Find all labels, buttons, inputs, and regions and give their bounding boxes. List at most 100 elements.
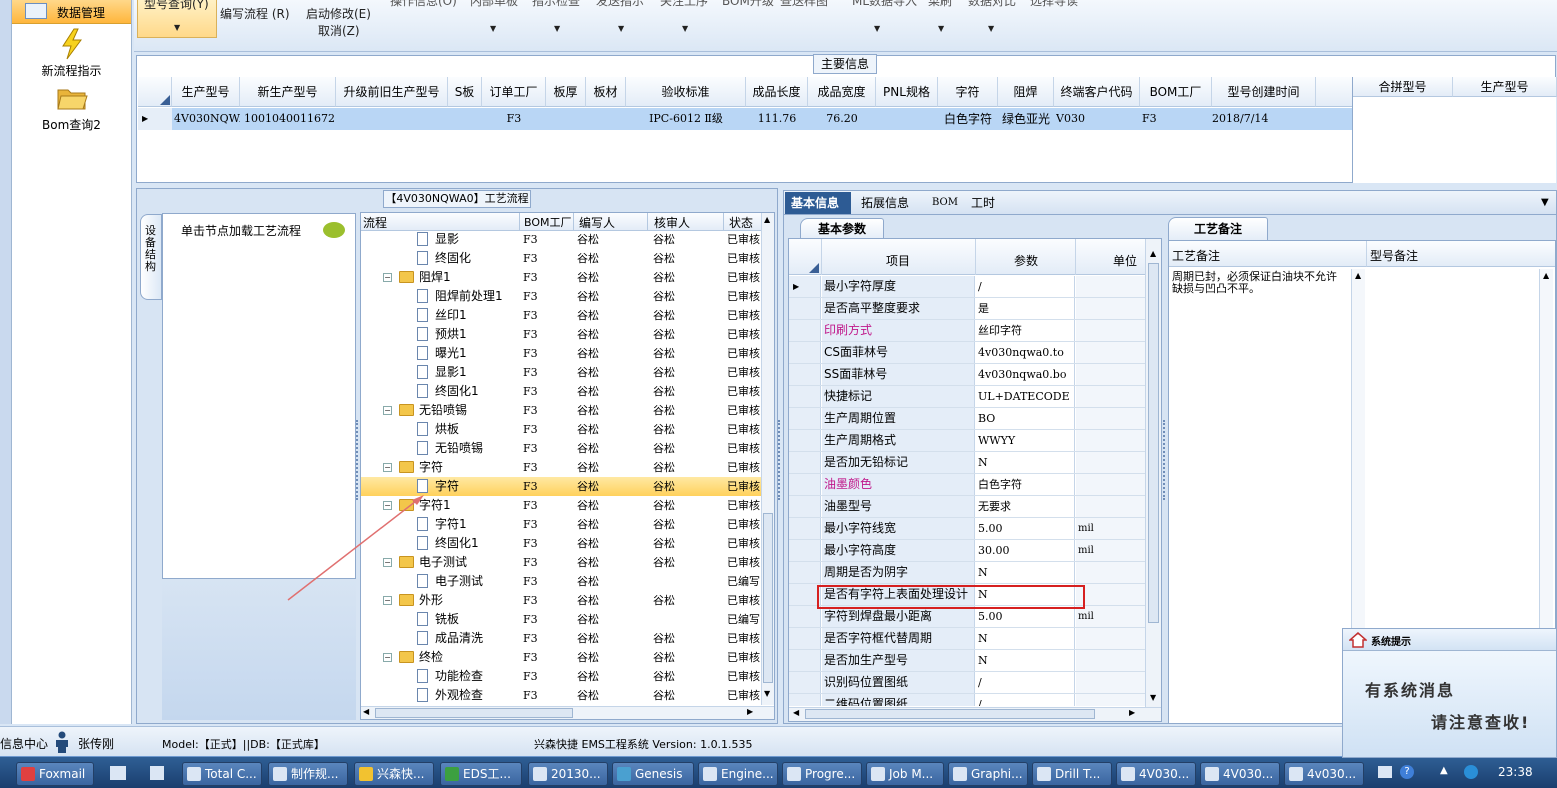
column-header[interactable]: 验收标准 [626, 77, 746, 107]
app-icon[interactable] [110, 766, 126, 780]
column-header[interactable]: S板 [448, 77, 482, 107]
param-value[interactable]: / [976, 672, 1075, 693]
nav-header-data-management[interactable]: 数据管理 [12, 0, 131, 24]
table-cell[interactable]: 4V030NQWA0 [174, 108, 240, 130]
tree-row[interactable]: 丝印1 F3 谷松 谷松 已审核 [361, 306, 761, 325]
column-header[interactable]: 单位 [1113, 252, 1137, 269]
taskbar-item[interactable]: Job M... [866, 762, 944, 786]
info-center-label[interactable]: 信息中心 [0, 735, 48, 752]
bom-upgrade-button[interactable]: BOM升级 [722, 0, 774, 9]
vertical-scrollbar[interactable]: ▲ ▼ [761, 213, 774, 705]
chevron-down-icon[interactable]: ▼ [490, 24, 496, 33]
param-row[interactable]: 最小字符线宽 5.00 mil [789, 518, 1145, 540]
internal-board-button[interactable]: 内部单板 [470, 0, 518, 9]
vertical-scrollbar[interactable]: ▲ [1539, 269, 1553, 629]
param-value[interactable]: 5.00 [976, 518, 1075, 539]
tray-expand-icon[interactable]: ▲ [1440, 765, 1448, 776]
tree-row[interactable]: − 终检 F3 谷松 谷松 已审核 [361, 648, 761, 667]
param-value[interactable]: N [976, 650, 1075, 671]
chevron-down-icon[interactable]: ▼ [618, 24, 624, 33]
taskbar-item[interactable]: 4V030... [1116, 762, 1196, 786]
chevron-down-icon[interactable]: ▼ [682, 24, 688, 33]
splitter-handle[interactable] [1163, 420, 1167, 500]
column-header[interactable]: 状态 [729, 214, 753, 231]
column-header[interactable]: 编写人 [579, 214, 615, 231]
keyboard-icon[interactable] [1378, 766, 1392, 778]
nav-item-bom-query[interactable]: Bom查询2 [12, 82, 131, 133]
chevron-down-icon[interactable]: ▼ [874, 24, 880, 33]
tree-row[interactable]: 功能检查 F3 谷松 谷松 已审核 [361, 667, 761, 686]
param-value[interactable]: BO [976, 408, 1075, 429]
param-value[interactable]: 丝印字符 [976, 320, 1075, 341]
column-header[interactable]: 新生产型号 [240, 77, 336, 107]
table-cell[interactable]: 绿色亚光 [998, 108, 1054, 130]
taskbar-item[interactable]: Progre... [782, 762, 862, 786]
column-header[interactable]: 成品长度 [746, 77, 808, 107]
vertical-scrollbar[interactable]: ▲ ▼ [1145, 239, 1161, 707]
process-note-text[interactable]: 周期已封，必须保证白油块不允许缺损与凹凸不平。 [1172, 271, 1342, 295]
subtab-basic-params[interactable]: 基本参数 [800, 218, 884, 239]
nav-item-new-process[interactable]: 新流程指示 [12, 28, 131, 79]
param-row[interactable]: CS面菲林号 4v030nqwa0.to [789, 342, 1145, 364]
tree-row[interactable]: 阻焊前处理1 F3 谷松 谷松 已审核 [361, 287, 761, 306]
help-icon[interactable]: ? [1400, 765, 1414, 779]
chevron-down-icon[interactable]: ▼ [554, 24, 560, 33]
table-cell[interactable]: 111.76 [746, 108, 808, 130]
collapse-icon[interactable]: − [383, 463, 392, 472]
taskbar-item[interactable]: Foxmail [16, 762, 94, 786]
instruction-check-button[interactable]: 指示检查 [532, 0, 580, 9]
taskbar-item[interactable]: Total C... [182, 762, 262, 786]
taskbar-item[interactable]: Graphi... [948, 762, 1028, 786]
taskbar-item[interactable]: Drill T... [1032, 762, 1112, 786]
tree-row[interactable]: 外观检查 F3 谷松 谷松 已审核 [361, 686, 761, 705]
chevron-down-icon[interactable]: ▼ [1541, 197, 1549, 208]
select-guide-button[interactable]: 选择导读 [1030, 0, 1078, 9]
cancel-button[interactable]: 取消(Z) [318, 22, 360, 39]
tree-row[interactable]: 显影 F3 谷松 谷松 已审核 [361, 230, 761, 249]
scrollbar-thumb[interactable] [805, 709, 1095, 719]
column-header[interactable]: 字符 [938, 77, 998, 107]
param-value[interactable]: 无要求 [976, 496, 1075, 517]
tree-row[interactable]: 终固化 F3 谷松 谷松 已审核 [361, 249, 761, 268]
column-header[interactable]: 生产型号 [172, 77, 240, 107]
tree-row[interactable]: 无铅喷锡 F3 谷松 谷松 已审核 [361, 439, 761, 458]
data-compare-button[interactable]: 数据对比 [968, 0, 1016, 9]
column-header[interactable]: BOM工厂 [524, 214, 572, 230]
scrollbar-thumb[interactable] [375, 708, 573, 718]
operation-info-button[interactable]: 操作信息(O) [390, 0, 457, 9]
column-header[interactable]: 合拼型号 [1353, 77, 1453, 97]
param-value[interactable]: 4v030nqwa0.bo [976, 364, 1075, 385]
ml-import-button[interactable]: ML数据导入 [852, 0, 917, 9]
table-cell[interactable]: 白色字符 [938, 108, 998, 130]
table-cell[interactable]: IPC-6012 Ⅱ级 [626, 108, 746, 130]
taskbar-item[interactable]: 20130... [528, 762, 608, 786]
column-header[interactable]: BOM工厂 [1140, 77, 1212, 107]
column-header[interactable]: 型号创建时间 [1212, 77, 1316, 107]
tree-row[interactable]: − 阻焊1 F3 谷松 谷松 已审核 [361, 268, 761, 287]
param-value[interactable]: UL+DATECODE [976, 386, 1075, 407]
param-value[interactable]: N [976, 452, 1075, 473]
param-row[interactable]: 快捷标记 UL+DATECODE [789, 386, 1145, 408]
taskbar-item[interactable]: 兴森快... [354, 762, 434, 786]
watch-process-button[interactable]: 关注工序 [660, 0, 708, 9]
taskbar-item[interactable]: 4V030... [1200, 762, 1280, 786]
column-header[interactable]: 升级前旧生产型号 [336, 77, 448, 107]
param-value[interactable]: 4v030nqwa0.to [976, 342, 1075, 363]
system-notification-popup[interactable]: 系统提示 有系统消息 请注意查收! [1342, 628, 1557, 758]
network-icon[interactable] [1464, 765, 1478, 779]
tree-row[interactable]: 显影1 F3 谷松 谷松 已审核 [361, 363, 761, 382]
table-cell[interactable]: F3 [1142, 108, 1210, 130]
param-row[interactable]: 二维码位置图纸 / [789, 694, 1145, 706]
splitter-handle[interactable] [778, 420, 782, 500]
tree-row[interactable]: 铣板 F3 谷松 已编写 [361, 610, 761, 629]
param-value[interactable]: 是 [976, 298, 1075, 319]
param-value[interactable]: / [976, 694, 1075, 706]
taskbar-item[interactable]: 制作规... [268, 762, 348, 786]
horizontal-scrollbar[interactable]: ◀ ▶ [789, 707, 1161, 721]
param-value[interactable]: WWYY [976, 430, 1075, 451]
tab-bom[interactable]: BOM [932, 192, 958, 214]
chevron-down-icon[interactable]: ▼ [988, 24, 994, 33]
param-row[interactable]: 印刷方式 丝印字符 [789, 320, 1145, 342]
param-value[interactable]: 30.00 [976, 540, 1075, 561]
tree-row[interactable]: 预烘1 F3 谷松 谷松 已审核 [361, 325, 761, 344]
